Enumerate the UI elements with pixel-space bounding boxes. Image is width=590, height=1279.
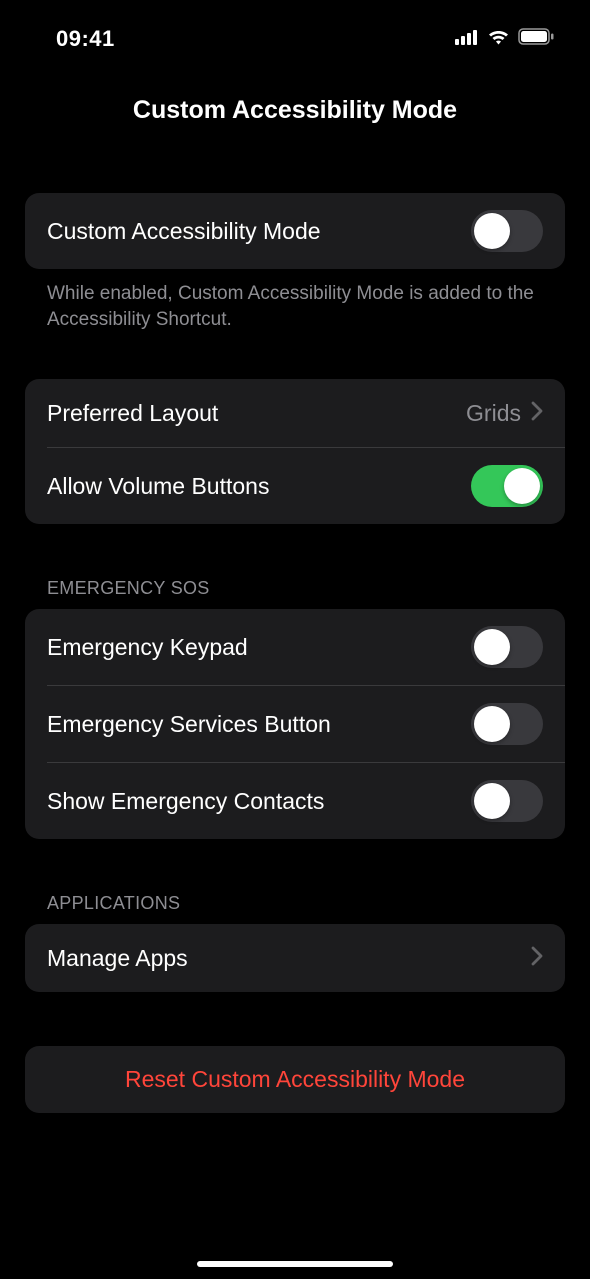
toggle-knob [474, 213, 510, 249]
row-label: Preferred Layout [47, 400, 218, 427]
status-time: 09:41 [56, 26, 115, 52]
toggle-emergency-services-button[interactable] [471, 703, 543, 745]
row-custom-accessibility-mode: Custom Accessibility Mode [25, 193, 565, 269]
page-title: Custom Accessibility Mode [0, 96, 590, 125]
chevron-right-icon [531, 946, 543, 971]
section-header-applications: APPLICATIONS [25, 893, 565, 924]
row-emergency-services-button: Emergency Services Button [25, 686, 565, 762]
row-label: Emergency Services Button [47, 711, 331, 738]
chevron-right-icon [531, 401, 543, 426]
row-emergency-keypad: Emergency Keypad [25, 609, 565, 685]
row-label: Custom Accessibility Mode [47, 218, 321, 245]
toggle-knob [474, 783, 510, 819]
cellular-icon [455, 29, 479, 50]
toggle-knob [474, 629, 510, 665]
battery-icon [518, 28, 554, 50]
toggle-allow-volume-buttons[interactable] [471, 465, 543, 507]
section-emergency-sos: Emergency Keypad Emergency Services Butt… [25, 609, 565, 839]
status-icons [455, 28, 554, 50]
home-indicator[interactable] [197, 1261, 393, 1267]
row-label: Emergency Keypad [47, 634, 248, 661]
navigation-bar: Custom Accessibility Mode [0, 60, 590, 135]
reset-button-label: Reset Custom Accessibility Mode [25, 1066, 565, 1093]
section-applications: Manage Apps [25, 924, 565, 992]
wifi-icon [487, 28, 510, 50]
row-preferred-layout[interactable]: Preferred Layout Grids [25, 379, 565, 447]
status-bar: 09:41 [0, 0, 590, 60]
row-label: Allow Volume Buttons [47, 473, 269, 500]
row-manage-apps[interactable]: Manage Apps [25, 924, 565, 992]
row-label: Manage Apps [47, 945, 188, 972]
section-layout: Preferred Layout Grids Allow Volume Butt… [25, 379, 565, 524]
toggle-custom-accessibility-mode[interactable] [471, 210, 543, 252]
row-show-emergency-contacts: Show Emergency Contacts [25, 763, 565, 839]
toggle-show-emergency-contacts[interactable] [471, 780, 543, 822]
reset-button[interactable]: Reset Custom Accessibility Mode [25, 1046, 565, 1113]
row-allow-volume-buttons: Allow Volume Buttons [25, 448, 565, 524]
toggle-knob [474, 706, 510, 742]
row-label: Show Emergency Contacts [47, 788, 324, 815]
toggle-emergency-keypad[interactable] [471, 626, 543, 668]
toggle-knob [504, 468, 540, 504]
row-value: Grids [466, 400, 521, 427]
section-accessibility-mode: Custom Accessibility Mode [25, 193, 565, 269]
section-footer-text: While enabled, Custom Accessibility Mode… [25, 269, 565, 332]
section-header-emergency: EMERGENCY SOS [25, 578, 565, 609]
